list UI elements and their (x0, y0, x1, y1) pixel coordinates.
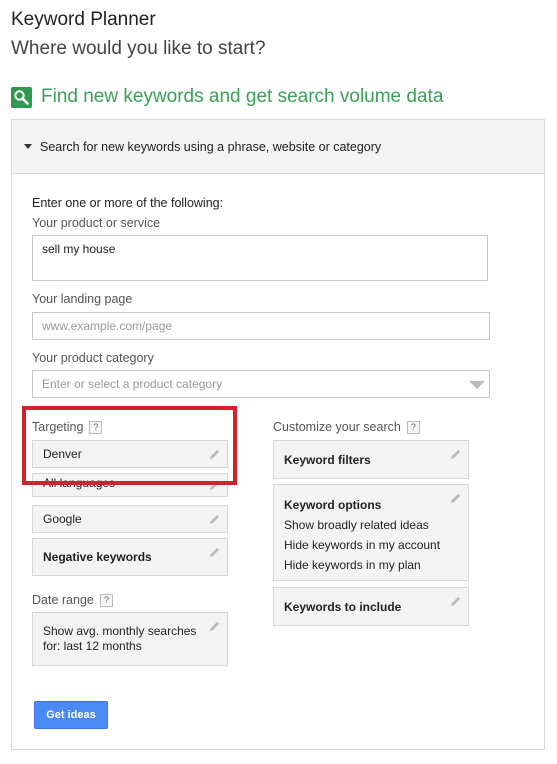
negative-keywords[interactable]: Negative keywords (32, 538, 228, 576)
date-range-line-1: Show avg. monthly searches (43, 624, 197, 638)
targeting-location-value: Denver (43, 447, 82, 461)
targeting-location[interactable]: Denver (32, 440, 228, 468)
negative-keywords-row: Negative keywords (43, 539, 217, 575)
keywords-to-include-label: Keywords to include (284, 599, 402, 614)
help-icon[interactable]: ? (89, 421, 103, 434)
keywords-to-include-row: Keywords to include (284, 588, 458, 625)
product-category-placeholder: Enter or select a product category (42, 377, 223, 391)
date-range-line-2: for: last 12 months (43, 639, 142, 653)
targeting-location-row: Denver (43, 441, 217, 467)
targeting-network[interactable]: Google (32, 505, 228, 533)
landing-page-input[interactable]: www.example.com/page (32, 312, 490, 340)
targeting-language-value: All languages (43, 476, 116, 490)
targeting-network-value: Google (43, 512, 82, 526)
targeting-language[interactable]: All languages (32, 473, 228, 497)
keyword-option-item: Hide keywords in my plan (284, 558, 421, 572)
keyword-options[interactable]: Keyword options Show broadly related ide… (273, 484, 469, 581)
pencil-icon[interactable] (209, 620, 221, 632)
keyword-option-item: Show broadly related ideas (284, 518, 429, 532)
targeting-label: Targeting? (32, 420, 103, 434)
keyword-filters[interactable]: Keyword filters (273, 440, 469, 479)
pencil-icon[interactable] (209, 448, 221, 460)
targeting-network-row: Google (43, 506, 217, 532)
keywords-to-include[interactable]: Keywords to include (273, 587, 469, 626)
pencil-icon[interactable] (450, 448, 462, 460)
section-title[interactable]: Find new keywords and get search volume … (41, 86, 443, 108)
section-header: Find new keywords and get search volume … (11, 86, 443, 108)
page-title: Keyword Planner (11, 9, 156, 30)
help-icon[interactable]: ? (99, 594, 113, 607)
panel-header-label: Search for new keywords using a phrase, … (40, 139, 382, 154)
keyword-options-title: Keyword options (284, 498, 382, 512)
pencil-icon[interactable] (209, 546, 221, 558)
chevron-down-icon (469, 381, 485, 389)
search-icon (11, 86, 32, 108)
product-input[interactable]: sell my house (32, 235, 488, 281)
panel-header[interactable]: Search for new keywords using a phrase, … (12, 120, 544, 174)
caret-down-icon (24, 144, 32, 149)
product-category-select[interactable]: Enter or select a product category (32, 370, 490, 398)
get-ideas-button[interactable]: Get ideas (34, 701, 108, 729)
product-label: Your product or service (32, 216, 161, 230)
targeting-language-row: All languages (43, 474, 217, 496)
product-category-label: Your product category (32, 351, 154, 365)
search-panel: Search for new keywords using a phrase, … (11, 119, 545, 750)
keyword-filters-row: Keyword filters (284, 441, 458, 478)
negative-keywords-label: Negative keywords (43, 550, 152, 564)
page-subtitle: Where would you like to start? (11, 38, 266, 59)
targeting-label-text: Targeting (32, 420, 84, 434)
keyword-filters-label: Keyword filters (284, 452, 371, 467)
help-icon[interactable]: ? (406, 421, 420, 434)
landing-page-label: Your landing page (32, 292, 133, 306)
pencil-icon[interactable] (209, 513, 221, 525)
pencil-icon[interactable] (450, 492, 462, 504)
intro-label: Enter one or more of the following: (32, 196, 224, 210)
date-range-label: Date range? (32, 593, 113, 607)
keyword-option-item: Hide keywords in my account (284, 538, 441, 552)
date-range-card[interactable]: Show avg. monthly searches for: last 12 … (32, 612, 228, 666)
customize-label: Customize your search? (273, 420, 420, 434)
date-range-label-text: Date range (32, 593, 94, 607)
customize-label-text: Customize your search (273, 420, 401, 434)
pencil-icon[interactable] (450, 595, 462, 607)
pencil-icon[interactable] (209, 479, 221, 491)
